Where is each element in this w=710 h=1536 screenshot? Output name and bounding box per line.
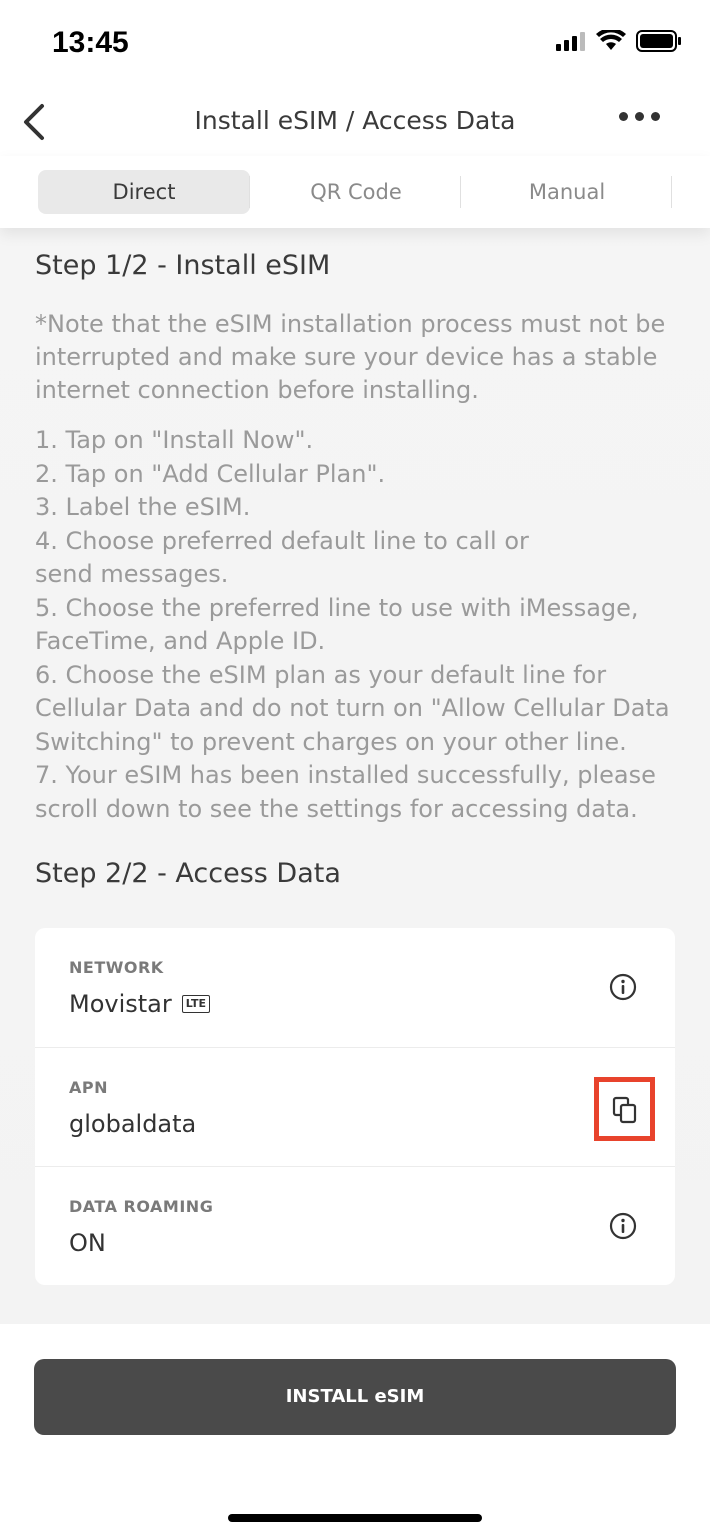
network-value: Movistar (69, 990, 172, 1018)
install-method-tabs: Direct QR Code Manual (0, 156, 710, 228)
lte-badge: LTE (181, 995, 210, 1013)
home-indicator[interactable] (228, 1514, 482, 1522)
copy-icon (612, 1096, 637, 1124)
network-label: NETWORK (69, 958, 164, 977)
apn-value: globaldata (69, 1110, 197, 1138)
data-roaming-row: DATA ROAMING ON (35, 1166, 675, 1285)
installation-note: *Note that the eSIM installation process… (35, 310, 666, 404)
list-item: 1. Tap on "Install Now". (35, 426, 314, 454)
tab-manual[interactable]: Manual (461, 170, 673, 214)
bottom-bar: INSTALL eSIM (0, 1324, 710, 1536)
access-data-card: NETWORK Movistar LTE APN globaldata DATA… (35, 928, 675, 1285)
navigation-header: Install eSIM / Access Data (0, 86, 710, 156)
copy-apn-button[interactable] (594, 1077, 655, 1141)
wifi-icon (596, 30, 626, 50)
battery-icon (636, 30, 681, 52)
status-bar: 13:45 (0, 0, 710, 86)
apn-label: APN (69, 1078, 108, 1097)
data-roaming-label: DATA ROAMING (69, 1197, 214, 1216)
info-icon[interactable] (609, 973, 637, 1001)
list-item: 6. Choose the eSIM plan as your default … (35, 660, 670, 756)
tab-qr-code[interactable]: QR Code (250, 170, 462, 214)
list-item: 4. Choose preferred default line to call… (35, 526, 529, 589)
apn-row: APN globaldata (35, 1047, 675, 1166)
more-dot-icon (651, 112, 660, 121)
page-title: Install eSIM / Access Data (194, 106, 516, 135)
list-item: 2. Tap on "Add Cellular Plan". (35, 459, 386, 488)
list-item: 3. Label the eSIM. (35, 493, 251, 521)
list-item: 7. Your eSIM has been installed successf… (35, 761, 656, 823)
cellular-signal-icon (556, 32, 585, 51)
step2-title: Step 2/2 - Access Data (35, 858, 341, 889)
more-dot-icon (619, 112, 628, 121)
data-roaming-value: ON (69, 1229, 106, 1257)
info-icon[interactable] (609, 1212, 637, 1240)
status-time: 13:45 (52, 26, 129, 59)
install-steps-list: 1. Tap on "Install Now". 2. Tap on "Add … (35, 424, 685, 826)
tab-direct[interactable]: Direct (38, 170, 250, 214)
tab-divider (671, 176, 672, 208)
instructions-content[interactable]: Step 1/2 - Install eSIM *Note that the e… (0, 228, 710, 1324)
more-options-button[interactable] (619, 112, 660, 121)
network-row: NETWORK Movistar LTE (35, 928, 675, 1047)
more-dot-icon (635, 112, 644, 121)
install-esim-button[interactable]: INSTALL eSIM (34, 1359, 676, 1435)
network-value-wrap: Movistar LTE (69, 990, 210, 1018)
step1-title: Step 1/2 - Install eSIM (35, 250, 331, 281)
status-icons (556, 30, 682, 52)
list-item: 5. Choose the preferred line to use with… (35, 593, 639, 656)
